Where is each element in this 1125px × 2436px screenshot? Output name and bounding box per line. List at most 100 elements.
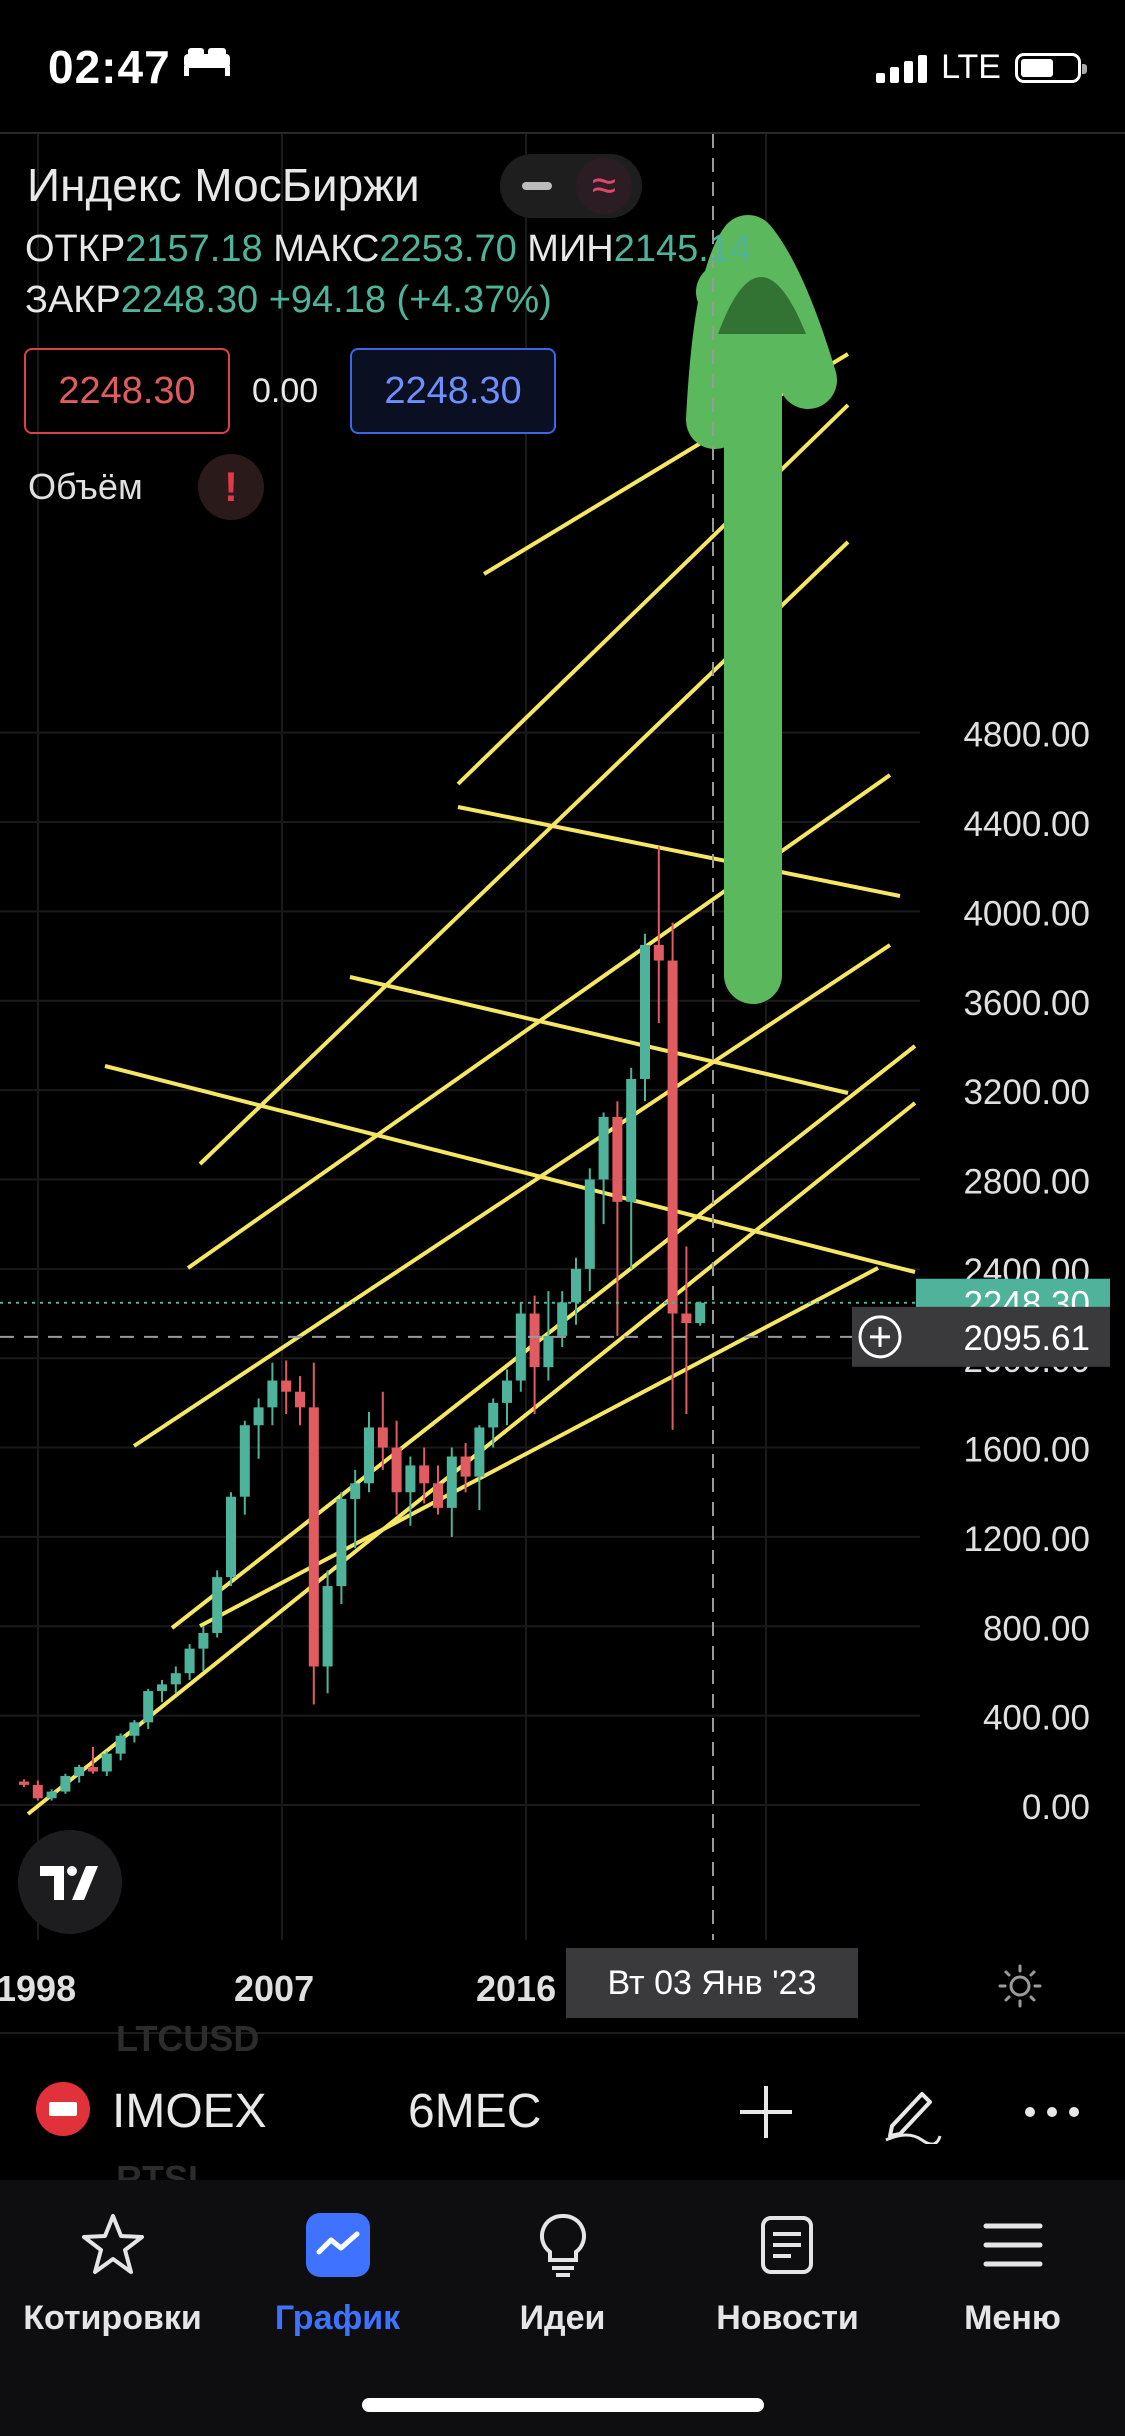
crosshair-date-label: Вт 03 Янв '23 (566, 1948, 858, 2018)
candle-body (543, 1335, 554, 1368)
time-axis[interactable]: 1998 2007 2016 (0, 1948, 1125, 2028)
line-style-icon[interactable] (522, 182, 552, 190)
price-tick: 1200.00 (963, 1520, 1090, 1559)
candle-body (695, 1302, 706, 1324)
candle-body (350, 1483, 361, 1499)
candle-body (557, 1302, 568, 1336)
candle-body (322, 1586, 333, 1667)
tab-ideas[interactable]: Идеи (450, 2210, 675, 2338)
status-time: 02:47 (48, 41, 171, 93)
instrument-title[interactable]: Индекс МосБиржи (27, 158, 420, 212)
wave-style-icon[interactable]: ≈ (576, 158, 632, 214)
change-value: +94.18 (+4.37%) (268, 279, 552, 321)
price-tick: 800.00 (983, 1609, 1090, 1648)
trendline (132, 943, 892, 1448)
candle-body (212, 1577, 223, 1633)
tab-chart[interactable]: График (225, 2210, 450, 2338)
candle-body (295, 1391, 305, 1408)
candle-body (157, 1684, 167, 1692)
candle-body (129, 1722, 140, 1736)
low-value: 2145.14 (613, 228, 752, 270)
sell-price-button[interactable]: 2248.30 (24, 348, 230, 434)
candle-body (612, 1116, 623, 1202)
tab-menu[interactable]: Меню (900, 2210, 1125, 2338)
more-icon[interactable] (1020, 2080, 1084, 2144)
close-label: ЗАКР (25, 279, 121, 321)
low-label: МИН (527, 228, 614, 270)
candle-body (198, 1632, 209, 1649)
price-tick: 4000.00 (963, 894, 1090, 933)
candle-body (584, 1179, 595, 1269)
news-icon (760, 2216, 813, 2274)
add-icon[interactable] (734, 2080, 798, 2144)
volume-label[interactable]: Объём (28, 466, 143, 508)
candle-body (626, 1078, 637, 1202)
candle-body (184, 1648, 195, 1674)
ohlc-row-2: ЗАКР2248.30 +94.18 (+4.37%) (25, 279, 552, 322)
chart-style-toggle[interactable]: ≈ (500, 154, 642, 218)
warning-icon[interactable]: ! (198, 454, 264, 520)
russia-flag-icon (36, 2082, 90, 2136)
candle-body (391, 1447, 402, 1493)
open-value: 2157.18 (125, 228, 263, 270)
drawing-pen-icon[interactable] (878, 2080, 942, 2144)
candle-body (46, 1791, 57, 1799)
interval-button[interactable]: 6МЕС (408, 2084, 541, 2139)
crosshair-price-label: 2095.61 (963, 1319, 1090, 1358)
price-tick: 3200.00 (963, 1073, 1090, 1112)
candle-body (143, 1691, 154, 1723)
tradingview-logo[interactable] (18, 1830, 122, 1934)
price-tick: 3600.00 (963, 984, 1090, 1023)
ohlc-row-1: ОТКР2157.18 МАКС2253.70 МИН2145.14 (25, 228, 751, 271)
open-label: ОТКР (25, 228, 126, 270)
candle-body (239, 1425, 250, 1497)
tab-label: Новости (716, 2299, 859, 2337)
price-tick: 4400.00 (963, 805, 1090, 844)
lightbulb-icon (539, 2213, 586, 2277)
candle-body (460, 1456, 471, 1477)
candle-body (488, 1402, 499, 1428)
candle-body (308, 1407, 319, 1667)
candle-body (653, 944, 664, 961)
candle-body (88, 1767, 98, 1772)
candle-body (281, 1380, 292, 1392)
candle-body (364, 1427, 374, 1484)
candle-body (667, 960, 678, 1314)
price-tick: 0.00 (1022, 1788, 1090, 1827)
candle-body (19, 1781, 29, 1785)
buy-price-button[interactable]: 2248.30 (350, 348, 556, 434)
time-tick: 1998 (0, 1968, 77, 2009)
chart-icon (305, 2213, 370, 2277)
price-tick: 4800.00 (963, 716, 1090, 755)
sleep-mode-icon (184, 48, 230, 76)
symbol-button[interactable]: IMOEX (112, 2084, 267, 2139)
tradingview-logo-icon (40, 1866, 98, 1900)
candle-body (336, 1498, 347, 1587)
menu-icon (983, 2223, 1042, 2267)
candle-body (640, 944, 650, 1079)
status-bar: 02:47 LTE (0, 0, 1125, 130)
candle-body (253, 1407, 264, 1426)
tab-label: График (274, 2299, 401, 2337)
candle-body (515, 1313, 526, 1381)
price-tick: 400.00 (983, 1699, 1090, 1738)
candle-body (226, 1496, 236, 1578)
candle-body (433, 1483, 443, 1508)
brightness-icon[interactable] (998, 1964, 1042, 2008)
battery-icon (1015, 52, 1087, 83)
tab-label: Идеи (519, 2299, 606, 2337)
tab-news[interactable]: Новости (675, 2210, 900, 2338)
tab-label: Котировки (23, 2299, 202, 2337)
candle-body (170, 1673, 181, 1685)
price-tick: 2800.00 (963, 1162, 1090, 1201)
network-type: LTE (941, 48, 1001, 86)
candle-body (32, 1784, 43, 1799)
high-label: МАКС (273, 228, 380, 270)
signal-icon (876, 53, 928, 83)
candle-body (60, 1775, 71, 1792)
candle-body (267, 1380, 278, 1408)
candle-body (74, 1767, 85, 1776)
star-icon (81, 2214, 144, 2274)
candle-body (419, 1465, 430, 1484)
tab-quotes[interactable]: Котировки (0, 2210, 225, 2338)
